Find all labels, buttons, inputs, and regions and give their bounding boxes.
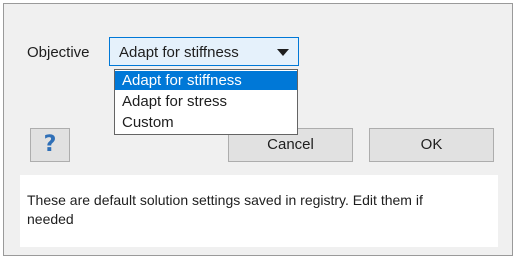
ok-button[interactable]: OK: [369, 128, 494, 162]
chevron-down-icon: [277, 49, 289, 56]
objective-selected-value: Adapt for stiffness: [119, 44, 239, 61]
settings-dialog: Objective Adapt for stiffness Adapt for …: [3, 3, 513, 256]
option-custom[interactable]: Custom: [115, 113, 297, 132]
help-button[interactable]: ?: [30, 128, 70, 162]
question-mark-icon: ?: [43, 132, 57, 157]
objective-options-list: Adapt for stiffness Adapt for stress Cus…: [114, 69, 298, 135]
objective-dropdown[interactable]: Adapt for stiffness: [109, 37, 299, 66]
info-panel: These are default solution settings save…: [20, 175, 498, 247]
option-adapt-for-stiffness[interactable]: Adapt for stiffness: [115, 71, 297, 90]
info-message: These are default solution settings save…: [27, 192, 423, 227]
option-adapt-for-stress[interactable]: Adapt for stress: [115, 92, 297, 111]
objective-label: Objective: [27, 44, 90, 61]
